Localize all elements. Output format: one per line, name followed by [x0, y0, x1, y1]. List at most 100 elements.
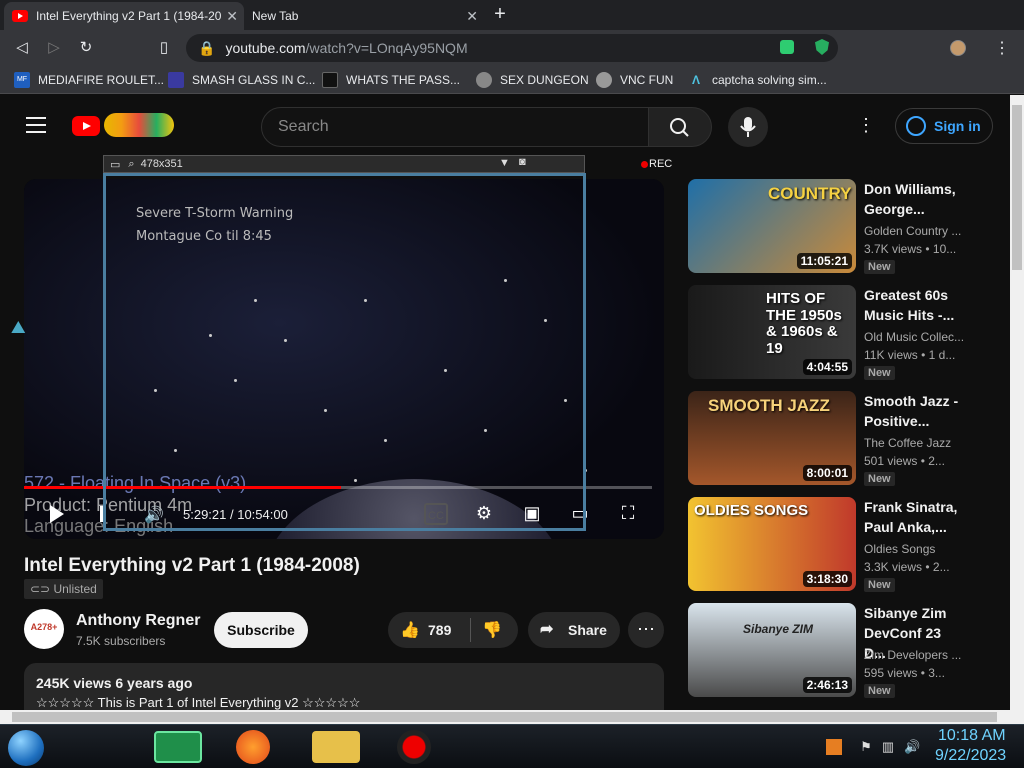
recommendation-item[interactable]: SMOOTH JAZZ 8:00:01 Smooth Jazz - Positi… [688, 391, 998, 487]
new-badge: New [864, 366, 895, 380]
question-icon [322, 72, 338, 88]
profile-avatar[interactable] [950, 40, 966, 56]
voice-search-button[interactable] [728, 107, 768, 147]
clock-date[interactable]: 9/22/2023 [935, 747, 1006, 765]
tab-title: Intel Everything v2 Part 1 (1984-20 [36, 9, 222, 23]
network-icon[interactable]: ▥ [880, 739, 896, 755]
new-badge: New [864, 260, 895, 274]
sign-in-button[interactable]: Sign in [895, 108, 993, 144]
tab-youtube[interactable]: Intel Everything v2 Part 1 (1984-20 ✕ [4, 2, 244, 30]
bookmark-icon[interactable]: ▯ [154, 38, 174, 58]
recommendation-channel: Old Music Collec... [864, 330, 965, 344]
new-badge: New [864, 472, 895, 486]
bookmark-item[interactable]: MF MEDIAFIRE ROULET... [14, 71, 164, 89]
share-button[interactable]: ➦ Share [528, 612, 620, 648]
new-tab-button[interactable]: + [488, 4, 512, 26]
description-box[interactable]: 245K views 6 years ago ☆☆☆☆☆ This is Par… [24, 663, 664, 710]
recommendation-item[interactable]: OLDIES SONGS 3:18:30 Frank Sinatra, Paul… [688, 497, 998, 593]
address-bar[interactable]: 🔒 youtube.com /watch?v=LOnqAy95NQM [186, 34, 838, 62]
tray-app-icon[interactable] [826, 739, 842, 755]
tab-new-tab[interactable]: New Tab ✕ [244, 2, 484, 30]
recommendation-title[interactable]: Smooth Jazz - Positive... [864, 391, 964, 431]
record-label[interactable]: REC [649, 158, 672, 170]
window-icon[interactable]: ▭ [110, 158, 120, 171]
taskbar: ⚑ ▥ 🔊 10:18 AM 9/22/2023 [0, 724, 1024, 768]
visibility-label: Unlisted [53, 582, 97, 596]
bookmark-item[interactable]: SEX DUNGEON [476, 71, 589, 89]
channel-name[interactable]: Anthony Regner [76, 612, 200, 630]
browser-menu-icon[interactable]: ⋮ [994, 38, 1010, 58]
video-thumbnail[interactable]: Sibanye ZIM 2:46:13 [688, 603, 856, 697]
menu-icon[interactable] [26, 117, 46, 133]
description-text: ☆☆☆☆☆ This is Part 1 of Intel Everything… [36, 695, 361, 710]
horizontal-scrollbar[interactable] [0, 710, 1024, 724]
recommendation-stats: 3.3K views • 2... [864, 560, 950, 574]
file-explorer-icon[interactable] [312, 731, 360, 763]
thumbnail-text: Sibanye ZIM [743, 622, 814, 636]
channel-avatar[interactable]: A278+ [24, 609, 64, 649]
scroll-thumb[interactable] [12, 712, 997, 722]
like-dislike-group: 👍 789 👎 [388, 612, 518, 648]
settings-more-icon[interactable]: ⋮ [856, 115, 876, 139]
play-icon[interactable] [50, 505, 64, 523]
bookmark-item[interactable]: VNC FUN [596, 71, 673, 89]
microphone-icon [740, 117, 756, 137]
bookmark-item[interactable]: WHATS THE PASS... [322, 71, 460, 89]
extension-icon[interactable] [780, 40, 794, 54]
video-thumbnail[interactable]: COUNTRY 11:05:21 [688, 179, 856, 273]
more-actions-button[interactable]: ⋯ [628, 612, 664, 648]
fullscreen-icon[interactable]: ⛶ [616, 503, 640, 525]
recorder-size: 478x351 [140, 158, 183, 170]
back-icon[interactable]: ◁ [12, 38, 32, 58]
video-thumbnail[interactable]: OLDIES SONGS 3:18:30 [688, 497, 856, 591]
duration-badge: 2:46:13 [802, 677, 852, 693]
recorder-toolbar[interactable]: ▭ ⌕ 478x351 ▼ ◙ REC [103, 155, 672, 173]
recommendation-item[interactable]: Sibanye ZIM 2:46:13 Sibanye Zim DevConf … [688, 603, 998, 699]
recommendation-item[interactable]: COUNTRY 11:05:21 Don Williams, George...… [688, 179, 998, 275]
thumbs-down-icon[interactable]: 👎 [482, 620, 502, 640]
subscribe-button[interactable]: Subscribe [214, 612, 308, 648]
firefox-icon[interactable] [236, 730, 270, 764]
bookmark-label: captcha solving sim... [712, 73, 827, 87]
recommendation-title[interactable]: Frank Sinatra, Paul Anka,... [864, 497, 964, 537]
vnc-icon [596, 72, 612, 88]
youtube-doodle-logo[interactable] [104, 113, 174, 137]
zoom-icon[interactable]: ⌕ [128, 158, 134, 171]
camera-icon[interactable]: ◙ [519, 156, 526, 168]
clock-time[interactable]: 10:18 AM [938, 727, 1006, 745]
screen-recorder-icon[interactable] [397, 730, 431, 764]
flag-icon[interactable]: ⚑ [858, 739, 874, 755]
bookmark-label: SMASH GLASS IN C... [192, 73, 316, 87]
forward-icon[interactable]: ▷ [44, 38, 64, 58]
new-badge: New [864, 684, 895, 698]
reload-icon[interactable]: ↻ [76, 38, 96, 58]
bookmark-label: SEX DUNGEON [500, 73, 589, 87]
video-thumbnail[interactable]: HITS OF THE 1950s & 1960s & 19 4:04:55 [688, 285, 856, 379]
volume-tray-icon[interactable]: 🔊 [904, 739, 920, 755]
close-tab-icon[interactable]: ✕ [466, 8, 478, 25]
scroll-thumb[interactable] [1012, 105, 1022, 270]
search-button[interactable] [648, 107, 712, 147]
vr-icon [476, 72, 492, 88]
thumbs-up-icon[interactable]: 👍 [400, 620, 420, 640]
video-thumbnail[interactable]: SMOOTH JAZZ 8:00:01 [688, 391, 856, 485]
youtube-logo-icon[interactable] [72, 116, 100, 136]
bookmark-item[interactable]: Λ captcha solving sim... [688, 71, 827, 89]
start-button[interactable] [8, 730, 44, 766]
bookmark-item[interactable]: SMASH GLASS IN C... [168, 71, 315, 89]
dropdown-icon[interactable]: ▼ [499, 157, 510, 169]
notes-app-icon[interactable] [154, 731, 202, 763]
recommendation-item[interactable]: HITS OF THE 1950s & 1960s & 19 4:04:55 G… [688, 285, 998, 381]
person-icon [906, 116, 926, 136]
recommendation-title[interactable]: Greatest 60s Music Hits -... [864, 285, 964, 325]
recommendation-channel: Golden Country ... [864, 224, 962, 238]
lock-icon: 🔒 [198, 39, 216, 56]
search-input[interactable]: Search [261, 107, 649, 147]
vertical-scrollbar[interactable] [1010, 95, 1024, 710]
close-tab-icon[interactable]: ✕ [226, 8, 238, 25]
like-count[interactable]: 789 [428, 622, 451, 638]
duration-badge: 8:00:01 [802, 465, 852, 481]
captcha-icon: Λ [691, 73, 700, 87]
recommendation-title[interactable]: Don Williams, George... [864, 179, 964, 219]
divider [470, 618, 471, 642]
